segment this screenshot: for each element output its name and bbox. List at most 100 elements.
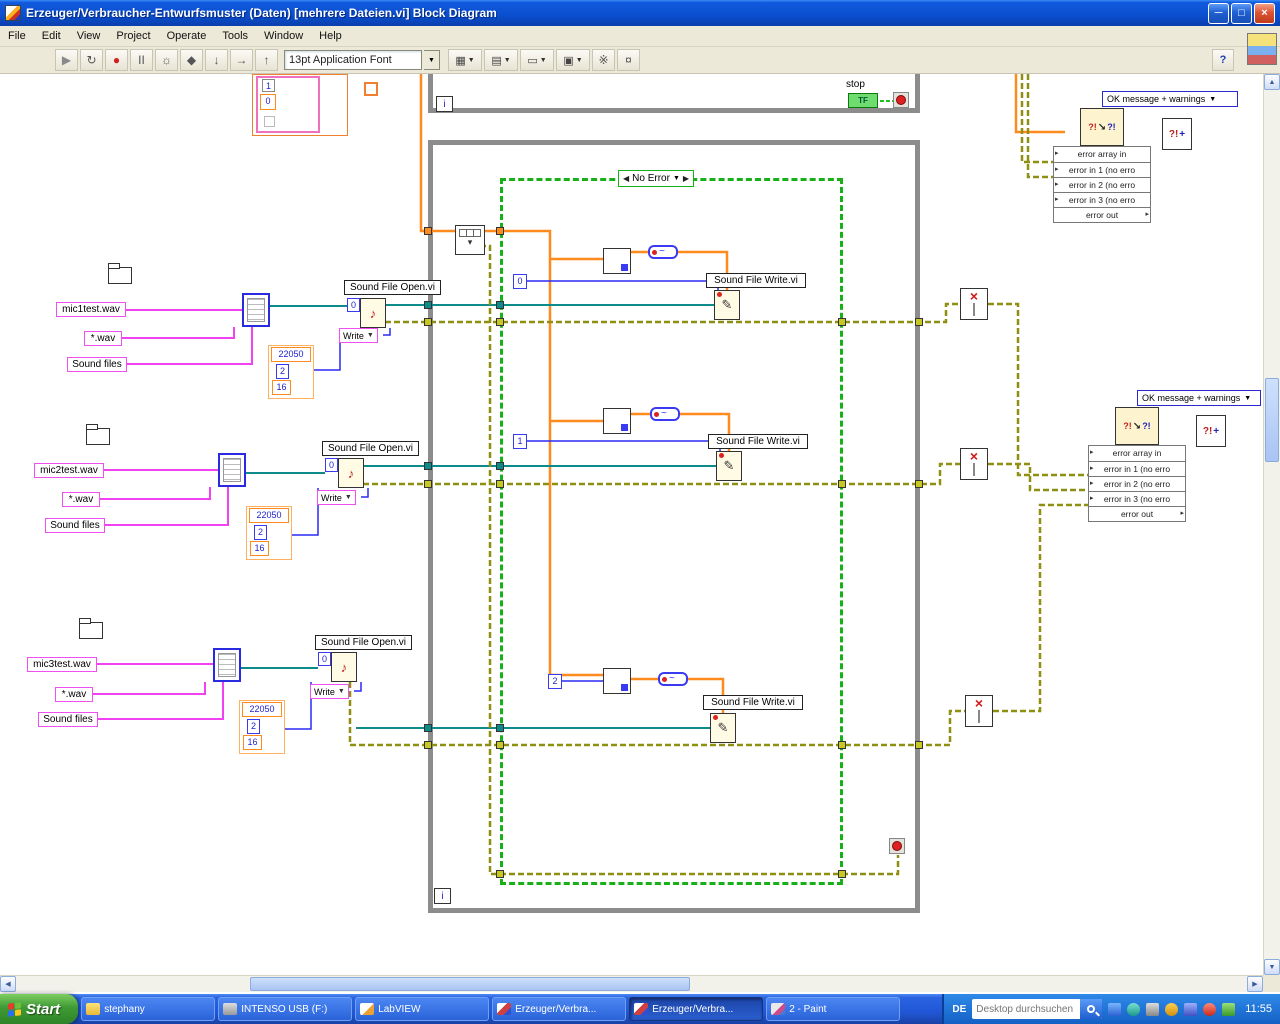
block-diagram[interactable]: i stop TF 1 0 i ◀ No Error ▼ ▶ ▾ 0 ~ Sou… bbox=[0, 74, 1263, 975]
taskbar-task-stephany[interactable]: stephany bbox=[81, 997, 216, 1021]
horizontal-scroll-thumb[interactable] bbox=[250, 977, 690, 991]
tray-icon[interactable] bbox=[1108, 1002, 1122, 1016]
zero-constant[interactable]: 0 bbox=[325, 458, 338, 472]
menu-window[interactable]: Window bbox=[256, 28, 311, 44]
numeric-constant[interactable]: 0 bbox=[260, 94, 276, 110]
index-constant[interactable]: 1 bbox=[513, 434, 527, 449]
taskbar-clock[interactable]: 11:55 bbox=[1245, 1003, 1272, 1015]
empty-constant[interactable] bbox=[264, 116, 275, 127]
stop-boolean-terminal[interactable]: TF bbox=[848, 93, 878, 108]
resize-objects-button[interactable]: ▭ ▼ bbox=[520, 49, 554, 71]
bits-constant[interactable]: 16 bbox=[250, 541, 269, 556]
menu-operate[interactable]: Operate bbox=[159, 28, 215, 44]
taskbar-task-erzeuger-1[interactable]: Erzeuger/Verbra... bbox=[492, 997, 627, 1021]
waveform-icon[interactable]: ~ bbox=[648, 245, 678, 259]
folder-icon[interactable] bbox=[86, 424, 110, 445]
producer-iteration-terminal[interactable]: i bbox=[436, 96, 453, 112]
sound-file-close-icon[interactable]: × bbox=[965, 695, 993, 727]
bits-constant[interactable]: 16 bbox=[243, 735, 262, 750]
scroll-down-icon[interactable]: ▼ bbox=[1264, 959, 1280, 975]
tray-icon[interactable] bbox=[1184, 1002, 1198, 1016]
channels-constant[interactable]: 2 bbox=[254, 525, 267, 540]
stop-label[interactable]: stop bbox=[846, 79, 865, 90]
menu-view[interactable]: View bbox=[69, 28, 109, 44]
vertical-scroll-thumb[interactable] bbox=[1265, 378, 1279, 462]
zero-constant[interactable]: 0 bbox=[347, 298, 360, 312]
write-vi-label[interactable]: Sound File Write.vi bbox=[703, 695, 803, 710]
index-array-icon[interactable] bbox=[603, 668, 631, 694]
menu-edit[interactable]: Edit bbox=[34, 28, 69, 44]
search-button[interactable] bbox=[1080, 999, 1103, 1019]
maximize-button[interactable]: □ bbox=[1231, 2, 1252, 24]
step-out-button[interactable]: ↑ bbox=[255, 49, 278, 71]
prompt-constant[interactable]: Sound files bbox=[67, 357, 127, 372]
prompt-constant[interactable]: Sound files bbox=[45, 518, 105, 533]
index-array-icon[interactable] bbox=[603, 248, 631, 274]
case-selector[interactable]: ◀ No Error ▼ ▶ bbox=[618, 170, 695, 187]
highlight-execution-button[interactable]: ☼ bbox=[155, 49, 178, 71]
menu-help[interactable]: Help bbox=[311, 28, 350, 44]
pause-button[interactable]: II bbox=[130, 49, 153, 71]
error-row[interactable]: ▸ error array in bbox=[1054, 147, 1150, 162]
menu-file[interactable]: File bbox=[0, 28, 34, 44]
error-row[interactable]: ▸ error in 1 (no erro bbox=[1054, 162, 1150, 177]
open-vi-label[interactable]: Sound File Open.vi bbox=[315, 635, 412, 650]
step-into-button[interactable]: ↓ bbox=[205, 49, 228, 71]
index-array-icon[interactable] bbox=[603, 408, 631, 434]
case-dropdown-icon[interactable]: ▼ bbox=[673, 175, 680, 182]
run-continuous-button[interactable]: ↻ bbox=[80, 49, 103, 71]
error-handler-block[interactable]: ?! ↘?! ▸ error array in ▸ error in 1 (no er… bbox=[1053, 108, 1151, 223]
run-button[interactable]: ▶ bbox=[55, 49, 78, 71]
write-vi-label[interactable]: Sound File Write.vi bbox=[708, 434, 808, 449]
sound-file-write-icon[interactable]: ✎ bbox=[714, 290, 740, 320]
vi-icon-pane[interactable] bbox=[1247, 33, 1277, 65]
sound-file-open-icon[interactable]: 0 ♪ bbox=[325, 458, 364, 488]
previous-case-arrow-icon[interactable]: ◀ bbox=[623, 174, 629, 183]
taskbar-task-erzeuger-2[interactable]: Erzeuger/Verbra... bbox=[629, 997, 764, 1021]
waveform-icon[interactable]: ~ bbox=[658, 672, 688, 686]
zero-constant[interactable]: 0 bbox=[318, 652, 331, 666]
numeric-constant[interactable]: 1 bbox=[262, 79, 275, 92]
folder-icon[interactable] bbox=[108, 263, 132, 284]
tray-icon[interactable] bbox=[1165, 1002, 1179, 1016]
taskbar-task-paint[interactable]: 2 - Paint bbox=[766, 997, 901, 1021]
error-row[interactable]: ▸ error in 3 (no erro bbox=[1089, 491, 1185, 506]
align-objects-button[interactable]: ▦ ▼ bbox=[448, 49, 482, 71]
sample-rate-constant[interactable]: 22050 bbox=[271, 347, 311, 362]
error-out-row[interactable]: error out ▸ bbox=[1089, 506, 1185, 521]
error-dialog-icon[interactable]: ?! + bbox=[1162, 118, 1192, 150]
error-row[interactable]: ▸ error array in bbox=[1089, 446, 1185, 461]
menu-tools[interactable]: Tools bbox=[214, 28, 256, 44]
tray-icon[interactable] bbox=[1222, 1002, 1236, 1016]
sample-rate-constant[interactable]: 22050 bbox=[242, 702, 282, 717]
consumer-loop-condition-terminal[interactable] bbox=[889, 838, 905, 854]
tray-icon[interactable] bbox=[1127, 1002, 1141, 1016]
horizontal-scrollbar[interactable]: ◀ ▶ bbox=[0, 975, 1263, 992]
retain-wire-values-button[interactable]: ◆ bbox=[180, 49, 203, 71]
distribute-objects-button[interactable]: ▤ ▼ bbox=[484, 49, 518, 71]
bits-constant[interactable]: 16 bbox=[272, 380, 291, 395]
producer-loop-condition-terminal[interactable] bbox=[893, 92, 909, 108]
channels-constant[interactable]: 2 bbox=[247, 719, 260, 734]
sound-file-close-icon[interactable]: × bbox=[960, 288, 988, 320]
folder-icon[interactable] bbox=[79, 618, 103, 639]
error-row[interactable]: ▸ error in 2 (no erro bbox=[1089, 476, 1185, 491]
waveform-icon[interactable]: ~ bbox=[650, 407, 680, 421]
error-row[interactable]: ▸ error in 2 (no erro bbox=[1054, 177, 1150, 192]
font-selector-dropdown-icon[interactable]: ▼ bbox=[424, 50, 440, 70]
write-mode-dropdown[interactable]: Write ▼ bbox=[317, 490, 356, 505]
message-type-dropdown[interactable]: OK message + warnings ▼ bbox=[1102, 91, 1238, 107]
abort-button[interactable]: ● bbox=[105, 49, 128, 71]
scroll-up-icon[interactable]: ▲ bbox=[1264, 74, 1280, 90]
clean-up-diagram-button[interactable]: ※ bbox=[592, 49, 615, 71]
tray-icon[interactable] bbox=[1203, 1002, 1217, 1016]
sound-file-write-icon[interactable]: ✎ bbox=[716, 451, 742, 481]
error-out-row[interactable]: error out ▸ bbox=[1054, 207, 1150, 222]
pattern-constant[interactable]: *.wav bbox=[62, 492, 100, 507]
sound-file-write-icon[interactable]: ✎ bbox=[710, 713, 736, 743]
step-over-button[interactable]: → bbox=[230, 49, 253, 71]
index-constant[interactable]: 2 bbox=[548, 674, 562, 689]
consumer-iteration-terminal[interactable]: i bbox=[434, 888, 451, 904]
error-row[interactable]: ▸ error in 3 (no erro bbox=[1054, 192, 1150, 207]
open-vi-label[interactable]: Sound File Open.vi bbox=[344, 280, 441, 295]
